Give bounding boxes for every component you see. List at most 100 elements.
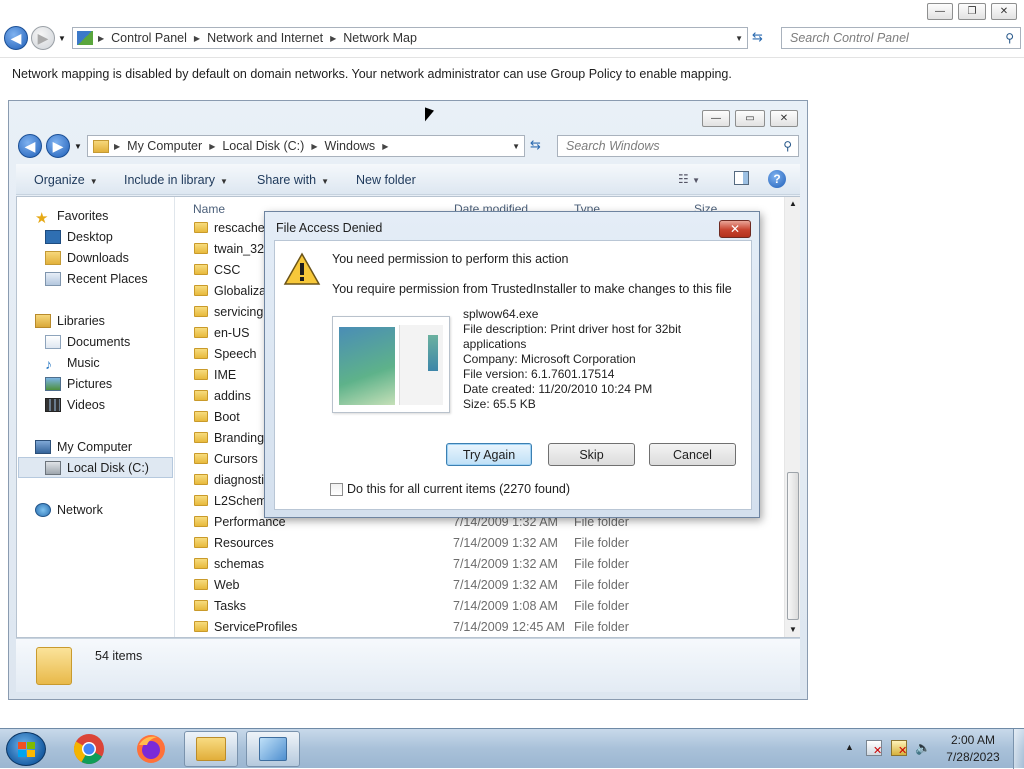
show-hidden-icons-button[interactable]: ▲: [845, 742, 854, 752]
restore-button[interactable]: ❐: [958, 3, 986, 20]
apply-to-all-label[interactable]: Do this for all current items (2270 foun…: [347, 482, 570, 496]
nav-videos[interactable]: Videos: [45, 395, 105, 414]
folder-icon: [194, 558, 208, 569]
recent-places-icon: [45, 271, 61, 286]
close-button[interactable]: ✕: [991, 3, 1017, 20]
table-row[interactable]: Web 7/14/2009 1:32 AM File folder: [190, 575, 770, 596]
table-row[interactable]: Resources 7/14/2009 1:32 AM File folder: [190, 533, 770, 554]
nav-recent-places[interactable]: Recent Places: [45, 269, 148, 288]
nav-pictures[interactable]: Pictures: [45, 374, 112, 393]
folder-icon: [194, 474, 208, 485]
taskbar-control-panel[interactable]: [246, 731, 300, 767]
chevron-right-icon: ▶: [311, 141, 318, 151]
taskbar-windows-explorer[interactable]: [184, 731, 238, 767]
skip-button[interactable]: Skip: [548, 443, 635, 466]
explorer-maximize-button[interactable]: ▭: [735, 110, 765, 127]
clock-time[interactable]: 2:00 AM: [938, 733, 1008, 747]
table-row[interactable]: schemas 7/14/2009 1:32 AM File folder: [190, 554, 770, 575]
row-name: ServiceProfiles: [214, 620, 298, 634]
table-row[interactable]: ServiceProfiles 7/14/2009 12:45 AM File fo…: [190, 617, 770, 637]
nav-favorites[interactable]: ★ Favorites: [35, 206, 108, 227]
row-date: 7/14/2009 12:45 AM: [453, 620, 565, 634]
breadcrumb-my-computer[interactable]: My Computer: [122, 139, 207, 153]
scroll-up-icon[interactable]: ▲: [789, 199, 797, 208]
scrollbar-thumb[interactable]: [787, 472, 799, 620]
folder-icon: [194, 432, 208, 443]
include-in-library-button[interactable]: Include in library ▼: [124, 173, 228, 187]
view-options-icon[interactable]: ☷ ▼: [678, 172, 700, 186]
folder-icon: [194, 579, 208, 590]
downloads-icon: [45, 250, 61, 265]
dialog-title: File Access Denied: [276, 221, 383, 235]
file-size: Size: 65.5 KB: [463, 397, 536, 411]
clock-date[interactable]: 7/28/2023: [938, 750, 1008, 764]
explorer-search-input[interactable]: Search Windows ⚲: [557, 135, 799, 157]
new-folder-button[interactable]: New folder: [356, 173, 416, 187]
explorer-folder-icon: [196, 737, 226, 761]
cancel-button[interactable]: Cancel: [649, 443, 736, 466]
row-type: File folder: [574, 578, 629, 592]
nav-network[interactable]: Network: [35, 500, 103, 519]
dialog-close-button[interactable]: ✕: [719, 220, 751, 238]
explorer-recent-pages-dropdown[interactable]: ▼: [74, 142, 82, 151]
help-icon[interactable]: ?: [768, 170, 786, 188]
control-panel-window: — ❐ ✕ ◀ ▶ ▼ ▶ Control Panel ▶ Network an…: [0, 0, 1024, 58]
nav-local-disk[interactable]: Local Disk (C:): [18, 457, 173, 478]
volume-muted-icon[interactable]: 🔈: [915, 740, 931, 756]
refresh-icon[interactable]: ⇆: [752, 29, 774, 47]
chevron-right-icon: ▶: [114, 141, 121, 151]
file-list-scrollbar[interactable]: ▲ ▼: [784, 197, 800, 637]
show-desktop-button[interactable]: [1013, 729, 1024, 769]
nav-desktop[interactable]: Desktop: [45, 227, 113, 246]
windows-logo-icon: [18, 742, 36, 758]
recent-pages-dropdown[interactable]: ▼: [58, 34, 66, 43]
control-panel-app-icon: [259, 737, 287, 761]
folder-icon: [194, 495, 208, 506]
explorer-address-bar[interactable]: ▶ My Computer ▶ Local Disk (C:) ▶ Window…: [87, 135, 525, 157]
network-status-icon[interactable]: ✕: [891, 740, 907, 757]
breadcrumb-network-and-internet[interactable]: Network and Internet: [202, 31, 328, 45]
breadcrumb-local-disk[interactable]: Local Disk (C:): [217, 139, 309, 153]
folder-icon: [194, 453, 208, 464]
explorer-refresh-icon[interactable]: ⇆: [530, 137, 550, 155]
column-header-name[interactable]: Name: [193, 202, 225, 216]
start-button[interactable]: [6, 732, 46, 766]
chevron-down-icon[interactable]: ▼: [512, 142, 520, 151]
nav-libraries[interactable]: Libraries: [35, 311, 105, 330]
preview-pane-icon[interactable]: [734, 171, 749, 185]
action-center-icon[interactable]: ✕: [866, 740, 882, 757]
search-icon[interactable]: ⚲: [783, 139, 792, 153]
taskbar-chrome[interactable]: [62, 731, 116, 767]
breadcrumb-control-panel[interactable]: Control Panel: [106, 31, 192, 45]
explorer-forward-button[interactable]: ▶: [46, 134, 70, 158]
minimize-button[interactable]: —: [927, 3, 953, 20]
control-panel-search-input[interactable]: Search Control Panel ⚲: [781, 27, 1021, 49]
back-button[interactable]: ◀: [4, 26, 28, 50]
nav-music[interactable]: ♪ Music: [45, 353, 100, 372]
folder-icon: [93, 139, 109, 153]
address-bar[interactable]: ▶ Control Panel ▶ Network and Internet ▶…: [72, 27, 748, 49]
breadcrumb-network-map[interactable]: Network Map: [338, 31, 422, 45]
nav-downloads[interactable]: Downloads: [45, 248, 129, 267]
try-again-button[interactable]: Try Again: [446, 443, 532, 466]
nav-documents[interactable]: Documents: [45, 332, 130, 351]
chevron-down-icon: ▼: [89, 177, 98, 186]
scroll-down-icon[interactable]: ▼: [789, 625, 797, 634]
row-type: File folder: [574, 557, 629, 571]
nav-my-computer[interactable]: My Computer: [35, 437, 132, 456]
forward-button[interactable]: ▶: [31, 26, 55, 50]
explorer-back-button[interactable]: ◀: [18, 134, 42, 158]
apply-to-all-checkbox[interactable]: [330, 482, 343, 496]
explorer-close-button[interactable]: ✕: [770, 110, 798, 127]
organize-button[interactable]: Organize ▼: [34, 173, 98, 187]
folder-icon: [194, 411, 208, 422]
nav-music-label: Music: [67, 355, 100, 370]
organize-label: Organize: [34, 173, 85, 187]
breadcrumb-windows[interactable]: Windows: [319, 139, 380, 153]
search-icon[interactable]: ⚲: [1005, 31, 1014, 45]
share-with-button[interactable]: Share with ▼: [257, 173, 329, 187]
taskbar-firefox[interactable]: [124, 731, 178, 767]
chevron-down-icon[interactable]: ▼: [735, 34, 743, 43]
table-row[interactable]: Tasks 7/14/2009 1:08 AM File folder: [190, 596, 770, 617]
explorer-minimize-button[interactable]: —: [702, 110, 730, 127]
